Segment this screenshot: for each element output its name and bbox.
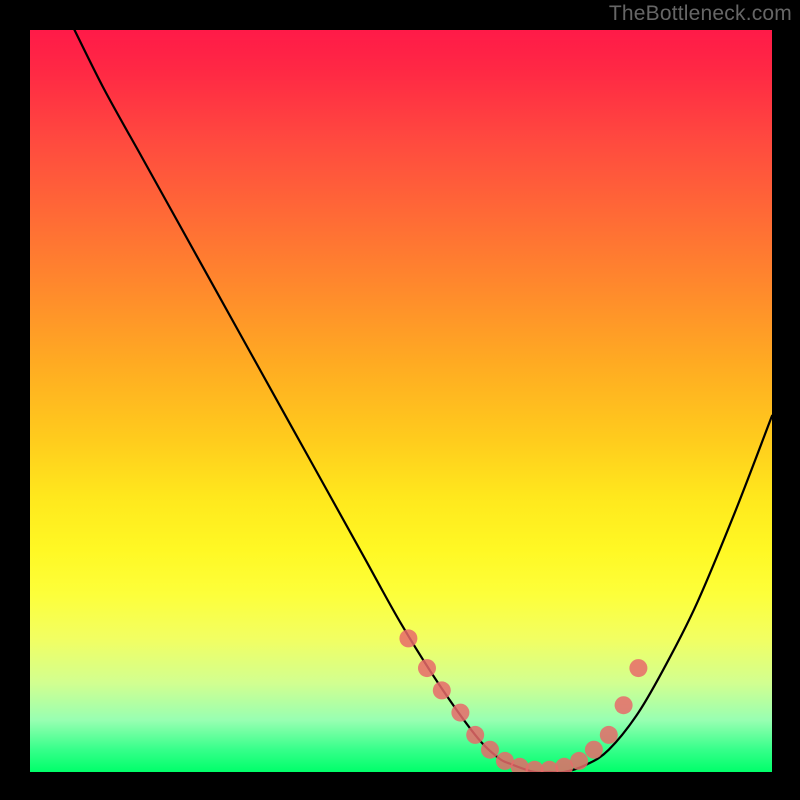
optimum-dot (570, 752, 588, 770)
optimum-dot (451, 704, 469, 722)
watermark-text: TheBottleneck.com (609, 2, 792, 26)
optimum-dot (466, 726, 484, 744)
optimum-dots (399, 629, 647, 772)
optimum-dot (629, 659, 647, 677)
optimum-dot (615, 696, 633, 714)
optimum-dot (481, 741, 499, 759)
optimum-dot (433, 681, 451, 699)
optimum-dot (585, 741, 603, 759)
chart-container: TheBottleneck.com (0, 0, 800, 800)
curve-svg (30, 30, 772, 772)
optimum-dot (399, 629, 417, 647)
optimum-dot (418, 659, 436, 677)
optimum-dot (600, 726, 618, 744)
gradient-plot-area (30, 30, 772, 772)
